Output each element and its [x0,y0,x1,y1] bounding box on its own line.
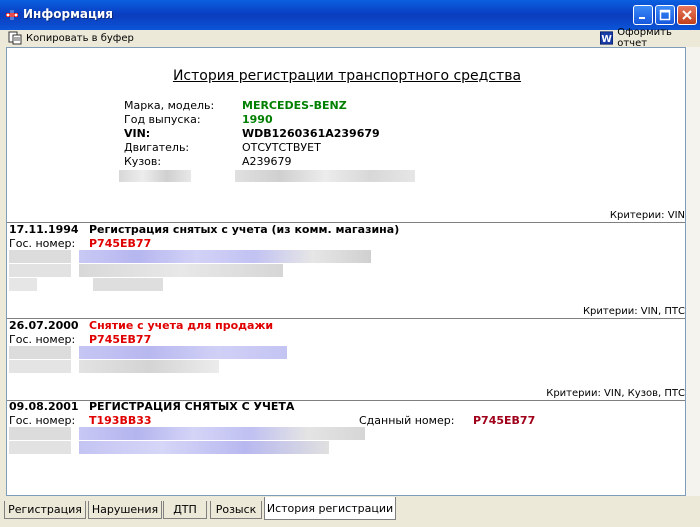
make-model-label: Марка, модель: [124,99,215,112]
entry-title: Снятие с учета для продажи [89,319,274,332]
redacted-block [9,264,71,277]
report-title: История регистрации транспортного средст… [172,68,522,84]
copy-label: Копировать в буфер [26,32,134,44]
report-view: История регистрации транспортного средст… [6,47,686,496]
engine-label: Двигатель: [124,141,190,154]
plate-label: Гос. номер: [9,333,76,346]
year-label: Год выпуска: [124,113,201,126]
toolbar: Копировать в буфер W Оформить отчет [0,27,700,49]
vertical-scrollbar[interactable] [686,47,700,496]
maximize-icon [659,9,671,21]
tab-strip: Регистрация Нарушения ДТП Розыск История… [0,497,700,527]
tab-violations[interactable]: Нарушения [88,501,162,519]
redacted-block [9,360,71,373]
maximize-button[interactable] [655,5,675,25]
entry-title: Регистрация снятых с учета (из комм. маг… [89,223,400,236]
engine-value: ОТСУТСТВУЕТ [242,141,321,154]
criteria-text: Критерии: VIN, ПТС [582,306,685,317]
surrendered-plate-label: Сданный номер: [359,414,455,427]
svg-text:W: W [601,34,612,45]
word-icon: W [600,31,614,45]
redacted-block [79,360,219,373]
report-label: Оформить отчет [617,27,672,49]
tab-wanted[interactable]: Розыск [210,501,262,519]
redacted-block [235,170,415,182]
entry-date: 26.07.2000 [9,319,79,332]
redacted-block [79,441,329,454]
redacted-block [9,346,71,359]
redacted-block [79,250,371,263]
make-report-button[interactable]: W Оформить отчет [600,27,700,49]
redacted-block [79,346,287,359]
redacted-block [9,278,37,291]
tab-registration[interactable]: Регистрация [4,501,86,519]
info-window: Информация Копировать в буфер W Оформить… [0,0,700,527]
clipboard-icon [8,31,22,45]
entry-date: 09.08.2001 [9,400,79,413]
redacted-block [9,250,71,263]
vin-value: WDB1260361A239679 [242,127,380,140]
tab-accidents[interactable]: ДТП [163,501,207,519]
vin-label: VIN: [124,127,151,140]
minimize-icon [639,17,645,19]
tab-registration-history[interactable]: История регистрации [264,497,396,520]
redacted-block [93,278,163,291]
entry-title: РЕГИСТРАЦИЯ СНЯТЫХ С УЧЕТА [89,400,295,413]
plate-value: Р745ЕВ77 [89,333,152,346]
plate-label: Гос. номер: [9,237,76,250]
close-button[interactable] [677,5,697,25]
year-value: 1990 [242,113,273,126]
title-bar[interactable]: Информация [0,0,700,30]
redacted-block [9,427,71,440]
redacted-block [79,264,283,277]
minimize-button[interactable] [633,5,653,25]
body-label: Кузов: [124,155,162,168]
close-icon [682,10,692,20]
copy-to-clipboard-button[interactable]: Копировать в буфер [8,30,134,46]
redacted-block [79,427,365,440]
redacted-block [119,170,191,182]
criteria-text: Критерии: VIN [609,210,685,221]
plate-value: Р745ЕВ77 [89,237,152,250]
redacted-block [9,441,71,454]
criteria-text: Критерии: VIN, Кузов, ПТС [546,388,685,399]
surrendered-plate-value: Р745ЕВ77 [473,414,536,427]
body-value: A239679 [242,155,292,168]
window-title: Информация [23,7,113,21]
plate-value: Т193ВВ33 [89,414,152,427]
app-icon [6,10,18,20]
make-model-value: MERCEDES-BENZ [242,99,347,112]
plate-label: Гос. номер: [9,414,76,427]
entry-date: 17.11.1994 [9,223,79,236]
